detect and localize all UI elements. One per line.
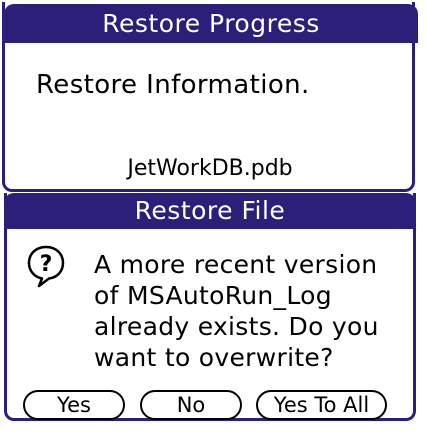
restore-file-title: Restore File bbox=[4, 193, 416, 229]
restore-progress-title: Restore Progress bbox=[4, 4, 418, 43]
restore-file-name: JetWorkDB.pdb bbox=[127, 156, 293, 181]
restore-info-text: Restore Information. bbox=[36, 70, 310, 100]
no-button[interactable]: No bbox=[140, 390, 242, 420]
svg-text:?: ? bbox=[40, 252, 53, 277]
question-icon: ? bbox=[27, 245, 65, 288]
yes-button[interactable]: Yes bbox=[23, 390, 125, 420]
overwrite-message: A more recent version of MSAutoRun_Log a… bbox=[94, 250, 379, 372]
yes-to-all-button[interactable]: Yes To All bbox=[256, 390, 387, 420]
